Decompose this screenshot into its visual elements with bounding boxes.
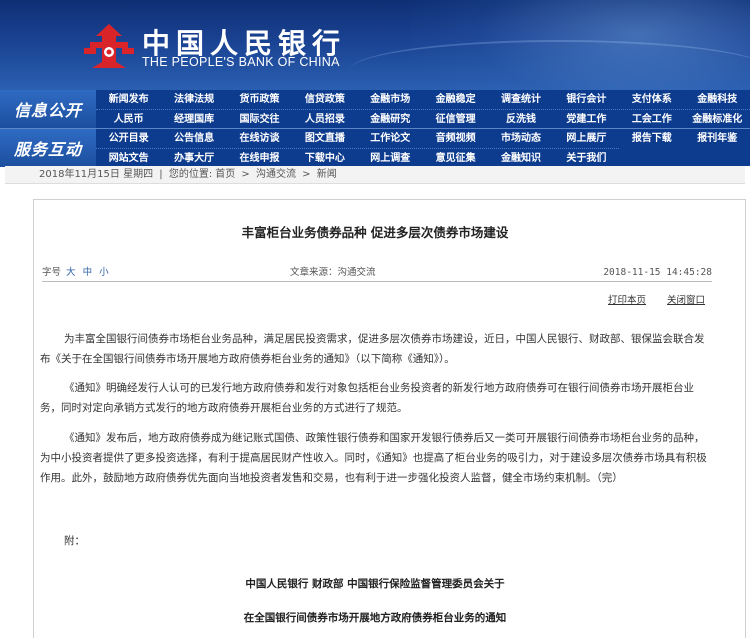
breadcrumb-separator: | — [159, 169, 163, 180]
print-link[interactable]: 打印本页 — [608, 295, 646, 306]
nav-item[interactable]: 国际交往 — [227, 110, 292, 129]
site-banner: 中国人民银行 THE PEOPLE'S BANK OF CHINA — [0, 0, 750, 90]
nav-item[interactable]: 公开目录 — [96, 129, 161, 148]
breadcrumb-home[interactable]: 首页 — [215, 169, 235, 180]
nav-item[interactable]: 公告信息 — [161, 129, 226, 148]
breadcrumb-level2[interactable]: 新闻 — [317, 169, 337, 180]
nav-row-4: 网站文告 办事大厅 在线申报 下载中心 网上调查 意见征集 金融知识 关于我们 — [96, 148, 620, 167]
article-meta: 字号 大 中 小 文章来源：沟通交流 2018-11-15 14:45:28 — [42, 264, 712, 282]
article-tools: 打印本页 关闭窗口 — [608, 292, 723, 306]
article-paragraph: 为丰富全国银行间债券市场柜台业务品种，满足居民投资需求，促进多层次债券市场建设，… — [40, 333, 705, 365]
nav-item[interactable]: 音频视频 — [423, 129, 488, 148]
bank-name-en: THE PEOPLE'S BANK OF CHINA — [142, 55, 340, 69]
nav-item[interactable]: 金融市场 — [358, 90, 423, 109]
nav-item[interactable]: 反洗钱 — [488, 110, 553, 129]
attachment-label: 附： — [64, 535, 85, 547]
nav-item[interactable]: 银行会计 — [554, 90, 619, 109]
font-size-switcher: 字号 大 中 小 — [42, 264, 113, 282]
article-source: 文章来源：沟通交流 — [290, 267, 376, 278]
attachment-title-line1: 中国人民银行 财政部 中国银行保险监督管理委员会关于 — [245, 578, 505, 590]
article-paragraph: 《通知》明确经发行人认可的已发行地方政府债券和发行对象包括柜台业务投资者的新发行… — [40, 382, 694, 414]
nav-item[interactable]: 图文直播 — [292, 129, 357, 148]
nav-item[interactable]: 网上展厅 — [554, 129, 619, 148]
current-date: 2018年11月15日 星期四 — [39, 169, 154, 180]
attachment-title-line2: 在全国银行间债券市场开展地方政府债券柜台业务的通知 — [243, 612, 507, 624]
breadcrumb-arrow: > — [302, 169, 311, 180]
nav-item[interactable]: 经理国库 — [161, 110, 226, 129]
article-paragraph: 《通知》发布后，地方政府债券成为继记账式国债、政策性银行债券和国家开发银行债券后… — [40, 432, 707, 484]
nav-item[interactable]: 人民币 — [96, 110, 161, 129]
breadcrumb-arrow: > — [241, 169, 250, 180]
nav-item[interactable]: 金融研究 — [358, 110, 423, 129]
nav-item[interactable]: 市场动态 — [488, 129, 553, 148]
nav-section-label-service: 服务互动 — [0, 129, 96, 167]
nav-item[interactable]: 货币政策 — [227, 90, 292, 109]
nav-item[interactable]: 征信管理 — [423, 110, 488, 129]
nav-item[interactable]: 金融科技 — [685, 90, 750, 109]
article-datetime: 2018-11-15 14:45:28 — [603, 267, 712, 278]
nav-item[interactable]: 党建工作 — [554, 110, 619, 129]
nav-item[interactable]: 金融稳定 — [423, 90, 488, 109]
font-size-medium[interactable]: 中 — [83, 267, 93, 278]
nav-row-2: 人民币 经理国库 国际交往 人员招录 金融研究 征信管理 反洗钱 党建工作 工会… — [96, 109, 750, 128]
nav-row-1: 新闻发布 法律法规 货币政策 信贷政策 金融市场 金融稳定 调查统计 银行会计 … — [96, 90, 750, 109]
nav-item[interactable]: 信贷政策 — [292, 90, 357, 109]
nav-section-service: 服务互动 公开目录 公告信息 在线访谈 图文直播 工作论文 音频视频 市场动态 … — [0, 128, 750, 167]
nav-item[interactable]: 调查统计 — [488, 90, 553, 109]
font-size-large[interactable]: 大 — [66, 267, 76, 278]
nav-item[interactable]: 在线访谈 — [227, 129, 292, 148]
nav-item[interactable]: 人员招录 — [292, 110, 357, 129]
page: 中国人民银行 THE PEOPLE'S BANK OF CHINA 信息公开 新… — [0, 0, 750, 638]
nav-section-info: 信息公开 新闻发布 法律法规 货币政策 信贷政策 金融市场 金融稳定 调查统计 … — [0, 90, 750, 128]
nav-item[interactable]: 报告下载 — [619, 129, 684, 148]
nav-row-3: 公开目录 公告信息 在线访谈 图文直播 工作论文 音频视频 市场动态 网上展厅 … — [96, 129, 750, 148]
nav-item[interactable]: 工作论文 — [358, 129, 423, 148]
pboc-emblem-icon[interactable] — [82, 22, 136, 70]
nav-item[interactable]: 法律法规 — [161, 90, 226, 109]
nav-item[interactable]: 支付体系 — [619, 90, 684, 109]
nav-item[interactable]: 金融标准化 — [685, 110, 750, 129]
breadcrumb-level1[interactable]: 沟通交流 — [256, 169, 296, 180]
location-label: 您的位置: — [168, 169, 213, 180]
nav-section-label-info: 信息公开 — [0, 90, 96, 128]
font-size-small[interactable]: 小 — [99, 267, 109, 278]
font-size-label: 字号 — [42, 267, 62, 278]
breadcrumb: 2018年11月15日 星期四 | 您的位置: 首页 > 沟通交流 > 新闻 — [5, 166, 745, 184]
main-nav: 信息公开 新闻发布 法律法规 货币政策 信贷政策 金融市场 金融稳定 调查统计 … — [0, 90, 750, 167]
nav-item[interactable]: 报刊年鉴 — [685, 129, 750, 148]
nav-item[interactable]: 新闻发布 — [96, 90, 161, 109]
close-window-link[interactable]: 关闭窗口 — [667, 295, 705, 306]
article-title: 丰富柜台业务债券品种 促进多层次债券市场建设 — [241, 225, 509, 240]
nav-item[interactable]: 工会工作 — [619, 110, 684, 129]
